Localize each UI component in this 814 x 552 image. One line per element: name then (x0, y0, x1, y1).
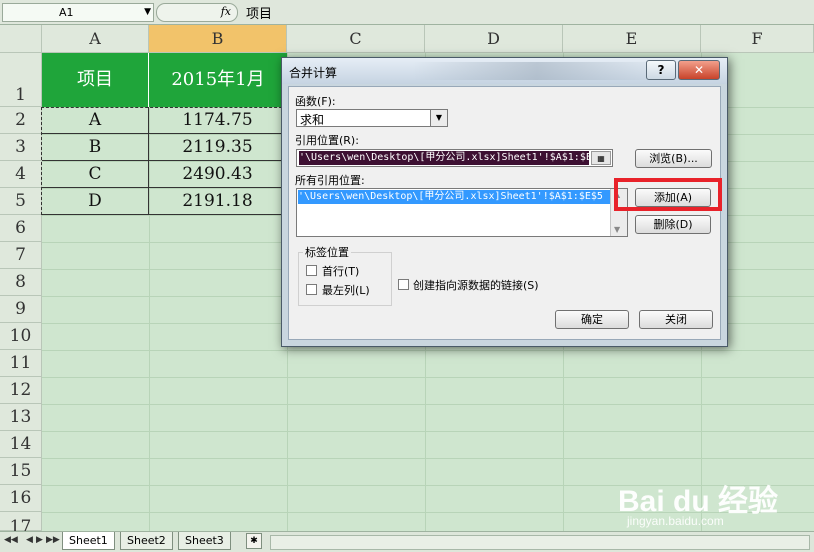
prev-sheet-icon[interactable]: ◀ (26, 535, 33, 545)
tab-sheet1[interactable]: Sheet1 (62, 532, 115, 550)
link-source-label: 创建指向源数据的链接(S) (413, 279, 539, 292)
collapse-dialog-icon[interactable]: ▦ (591, 151, 611, 165)
formula-input[interactable]: 项目 (246, 3, 272, 22)
function-button[interactable]: fx (156, 3, 238, 22)
column-header-e[interactable]: E (563, 25, 701, 53)
row-header-3[interactable]: 3 (0, 134, 42, 161)
row-header-2[interactable]: 2 (0, 107, 42, 134)
column-header-b[interactable]: B (149, 25, 287, 53)
column-header-f[interactable]: F (701, 25, 814, 53)
row-header-7[interactable]: 7 (0, 242, 42, 269)
delete-button[interactable]: 删除(D) (635, 215, 711, 234)
next-sheet-icon[interactable]: ▶ (36, 535, 43, 545)
last-sheet-icon[interactable]: ▶▶ (46, 535, 60, 545)
close-button[interactable]: ✕ (678, 60, 720, 80)
row-header-16[interactable]: 16 (0, 485, 42, 512)
row-header-6[interactable]: 6 (0, 215, 42, 242)
reference-value: '\Users\wen\Desktop\[甲分公司.xlsx]Sheet1'!$… (299, 151, 589, 165)
row-header-15[interactable]: 15 (0, 458, 42, 485)
link-source-checkbox[interactable] (398, 279, 409, 290)
highlight-box (614, 178, 722, 211)
left-column-checkbox[interactable] (306, 284, 317, 295)
insert-sheet-icon[interactable]: ✱ (246, 533, 262, 549)
row-header-9[interactable]: 9 (0, 296, 42, 323)
row-header-17[interactable]: 17 (0, 512, 42, 537)
left-column-label: 最左列(L) (322, 284, 370, 297)
help-button[interactable]: ? (646, 60, 676, 80)
label-position-legend: 标签位置 (303, 244, 351, 260)
all-references-label: 所有引用位置: (295, 174, 365, 187)
first-row-label: 首行(T) (322, 265, 360, 278)
copy-selection-marquee (41, 107, 287, 215)
select-all-corner[interactable] (0, 25, 42, 53)
ok-button[interactable]: 确定 (555, 310, 629, 329)
label-position-group: 标签位置 首行(T) 最左列(L) (298, 244, 392, 306)
dialog-title: 合并计算 (289, 66, 338, 80)
dialog-body: 函数(F): 求和 ▼ 引用位置(R): '\Users\wen\Desktop… (288, 86, 721, 340)
scroll-down-icon[interactable]: ▼ (614, 225, 620, 234)
formula-bar: A1 ▼ fx 项目 (0, 0, 814, 25)
first-sheet-icon[interactable]: ◀◀ (4, 535, 18, 545)
chevron-down-icon[interactable]: ▼ (144, 4, 151, 21)
close-dialog-button[interactable]: 关闭 (639, 310, 713, 329)
row-header-1[interactable]: 1 (0, 53, 42, 107)
watermark-url: jingyan.baidu.com (627, 514, 724, 528)
reference-label: 引用位置(R): (295, 134, 359, 147)
horizontal-scrollbar[interactable] (270, 535, 810, 550)
chevron-down-icon[interactable]: ▼ (430, 110, 447, 126)
dialog-title-bar[interactable]: 合并计算 ? ✕ (282, 58, 727, 84)
row-header-10[interactable]: 10 (0, 323, 42, 350)
column-header-d[interactable]: D (425, 25, 563, 53)
row-header-8[interactable]: 8 (0, 269, 42, 296)
reference-input[interactable]: '\Users\wen\Desktop\[甲分公司.xlsx]Sheet1'!$… (296, 149, 613, 167)
list-item[interactable]: '\Users\wen\Desktop\[甲分公司.xlsx]Sheet1'!$… (298, 190, 610, 204)
tab-sheet2[interactable]: Sheet2 (120, 532, 173, 550)
all-references-list[interactable]: '\Users\wen\Desktop\[甲分公司.xlsx]Sheet1'!$… (296, 188, 628, 237)
row-header-13[interactable]: 13 (0, 404, 42, 431)
column-header-c[interactable]: C (287, 25, 425, 53)
first-row-checkbox[interactable] (306, 265, 317, 276)
row-header-11[interactable]: 11 (0, 350, 42, 377)
name-box[interactable]: A1 ▼ (2, 3, 154, 22)
function-dropdown[interactable]: 求和 ▼ (296, 109, 448, 127)
name-box-value: A1 (59, 6, 74, 19)
row-header-4[interactable]: 4 (0, 161, 42, 188)
title-bar-blur (412, 62, 662, 80)
function-value: 求和 (300, 113, 325, 127)
row-header-5[interactable]: 5 (0, 188, 42, 215)
cell-a1[interactable]: 项目 (42, 53, 149, 107)
sheet-tab-bar: ◀◀ ◀ ▶ ▶▶ Sheet1 Sheet2 Sheet3 ✱ (0, 531, 814, 552)
row-header-12[interactable]: 12 (0, 377, 42, 404)
function-label: 函数(F): (295, 95, 336, 108)
browse-button[interactable]: 浏览(B)... (635, 149, 712, 168)
row-header-14[interactable]: 14 (0, 431, 42, 458)
tab-sheet3[interactable]: Sheet3 (178, 532, 231, 550)
cell-b1[interactable]: 2015年1月 (149, 53, 287, 107)
fx-icon: fx (220, 5, 231, 18)
column-header-a[interactable]: A (42, 25, 149, 53)
